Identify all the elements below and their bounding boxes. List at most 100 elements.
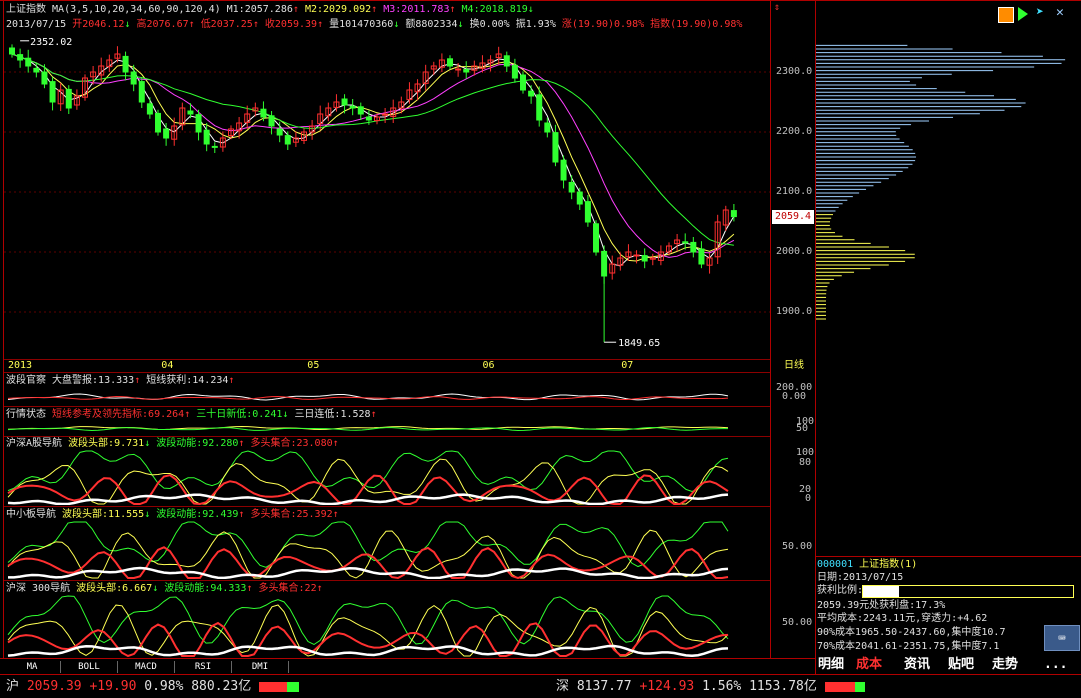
candle-body <box>17 54 24 61</box>
price-tick: 2200.0 <box>776 126 813 137</box>
candle-body <box>365 116 372 121</box>
tab-boll[interactable]: BOLL <box>61 661 118 673</box>
panel4-title: 中小板导航 波段头部:11.555↓ 波段动能:92.439↑ 多头集合:25.… <box>6 509 339 520</box>
tab-macd[interactable]: MACD <box>118 661 175 673</box>
date-tick: 04 <box>161 360 174 371</box>
candle-body <box>187 110 194 115</box>
candle-body <box>730 210 737 218</box>
rp-name: 上证指数(1) <box>859 559 918 570</box>
candle-body <box>260 108 267 118</box>
candle-body <box>601 250 608 277</box>
quote-date: 2013/07/15 <box>6 19 67 30</box>
candle-body <box>33 67 40 73</box>
panel2-tick-bottom: 50 <box>796 423 809 434</box>
panel5-tick: 50.00 <box>782 617 813 628</box>
ma-line <box>11 53 735 267</box>
panel3-title: 沪深A股导航 波段头部:9.731↓ 波段动能:92.280↑ 多头集合:23.… <box>6 438 339 449</box>
tab-ma[interactable]: MA <box>4 661 61 673</box>
open-price: 开2046.12 <box>72 19 125 30</box>
indicator-line <box>7 493 729 505</box>
candle-body <box>203 129 210 145</box>
candle-body <box>65 88 72 109</box>
rp-profit-value: 17.3% <box>947 585 978 596</box>
candle-body <box>520 74 526 91</box>
chip-distribution-chart[interactable] <box>816 1 1080 556</box>
candle-body <box>544 122 551 133</box>
date-tick: 07 <box>621 360 634 371</box>
ma2-value: M2:2029.092 <box>304 4 372 15</box>
turnover: 换0.00% <box>469 19 510 30</box>
sh-amount: 880.23亿 <box>191 679 252 694</box>
date-tick: 06 <box>482 360 495 371</box>
sh-change: +19.90 <box>89 679 137 694</box>
candle-body <box>146 103 153 115</box>
sz-value: 8137.77 <box>576 679 632 694</box>
candle-body <box>357 106 364 115</box>
price-tick: 2100.0 <box>776 186 813 197</box>
panel4-chart <box>7 521 729 579</box>
price-tick: 2000.0 <box>776 246 813 257</box>
amplitude: 振1.93% <box>515 19 556 30</box>
rp-line1: 2059.39元处获利盘:17.3% <box>817 600 946 611</box>
candle-body <box>552 132 559 163</box>
rp-tab-news[interactable]: 资讯 <box>904 656 930 674</box>
rp-tab-detail[interactable]: 明细 <box>818 656 844 674</box>
sz-change: +124.93 <box>639 679 695 694</box>
period-label[interactable]: 日线 <box>784 360 804 372</box>
candle-body <box>49 81 56 103</box>
rp-profit-row: 获利比例: 17.3% <box>817 584 1077 598</box>
sh-value: 2059.39 <box>26 679 82 694</box>
index-name: 上证指数 <box>6 4 46 15</box>
candle-body <box>576 191 583 205</box>
ma-label: MA(3,5,10,20,34,60,90,120,4) <box>52 4 221 15</box>
date-tick: 05 <box>307 360 320 371</box>
up-down-arrow-icon[interactable]: ⇕ <box>774 3 784 13</box>
ma-line <box>11 53 735 262</box>
candle-body <box>641 255 648 262</box>
header-line-1: 上证指数 MA(3,5,10,20,34,60,90,120,4) M1:205… <box>6 4 534 15</box>
rp-tab-trend[interactable]: 走势 <box>992 656 1018 674</box>
index-change: 指数(19.90)0.98% <box>650 19 743 30</box>
panel4-tick: 50.00 <box>782 541 813 552</box>
rp-tab-cost[interactable]: 成本 <box>856 656 882 674</box>
candle-body <box>9 47 15 55</box>
tab-dmi[interactable]: DMI <box>232 661 289 673</box>
sh-label: 沪 <box>6 679 20 694</box>
tab-rsi[interactable]: RSI <box>175 661 232 673</box>
candle-body <box>211 145 218 148</box>
candle-body <box>341 98 348 106</box>
keyboard-icon[interactable]: ⌨ <box>1044 625 1080 651</box>
ma-line <box>11 53 734 246</box>
sz-updown-bar <box>824 681 865 692</box>
candle-body <box>155 112 161 133</box>
amount: 额8802334 <box>405 19 458 30</box>
panel5-chart <box>7 595 729 657</box>
rp-tab-more[interactable]: ... <box>1044 656 1067 674</box>
candle-body <box>455 68 462 71</box>
panel3-chart <box>7 450 729 505</box>
panel1-tick-bottom: 0.00 <box>782 391 807 402</box>
close-price: 收2059.39 <box>264 19 318 30</box>
volume: 量101470360 <box>329 19 394 30</box>
status-sh: 沪 2059.39 +19.90 0.98% 880.23亿 <box>6 675 300 698</box>
rp-line4: 70%成本2041.61-2351.75,集中度7.1 <box>817 641 1000 652</box>
ma4-value: M4:2018.819 <box>461 4 528 15</box>
price-tick: 1900.0 <box>776 306 813 317</box>
panel1-chart <box>7 393 729 401</box>
indicator-line <box>7 621 729 657</box>
rp-code: 000001 <box>817 559 854 570</box>
candle-body <box>568 181 575 193</box>
candle-body <box>593 223 599 253</box>
panel2-chart <box>7 426 729 431</box>
candle-body <box>138 81 145 103</box>
rp-tab-forum[interactable]: 贴吧 <box>948 656 974 674</box>
candle-body <box>268 115 275 127</box>
change-value: 涨(19.90)0.98% <box>561 19 645 30</box>
price-tick: 2300.0 <box>776 66 813 77</box>
candle-body <box>284 135 291 145</box>
high-label: 2352.02 <box>30 37 72 48</box>
indicator-line <box>7 595 729 646</box>
rp-header: 000001 上证指数(1) <box>817 558 1077 571</box>
kline-chart[interactable]: 2352.02 1849.65 <box>4 30 770 360</box>
ma-line <box>11 53 735 258</box>
